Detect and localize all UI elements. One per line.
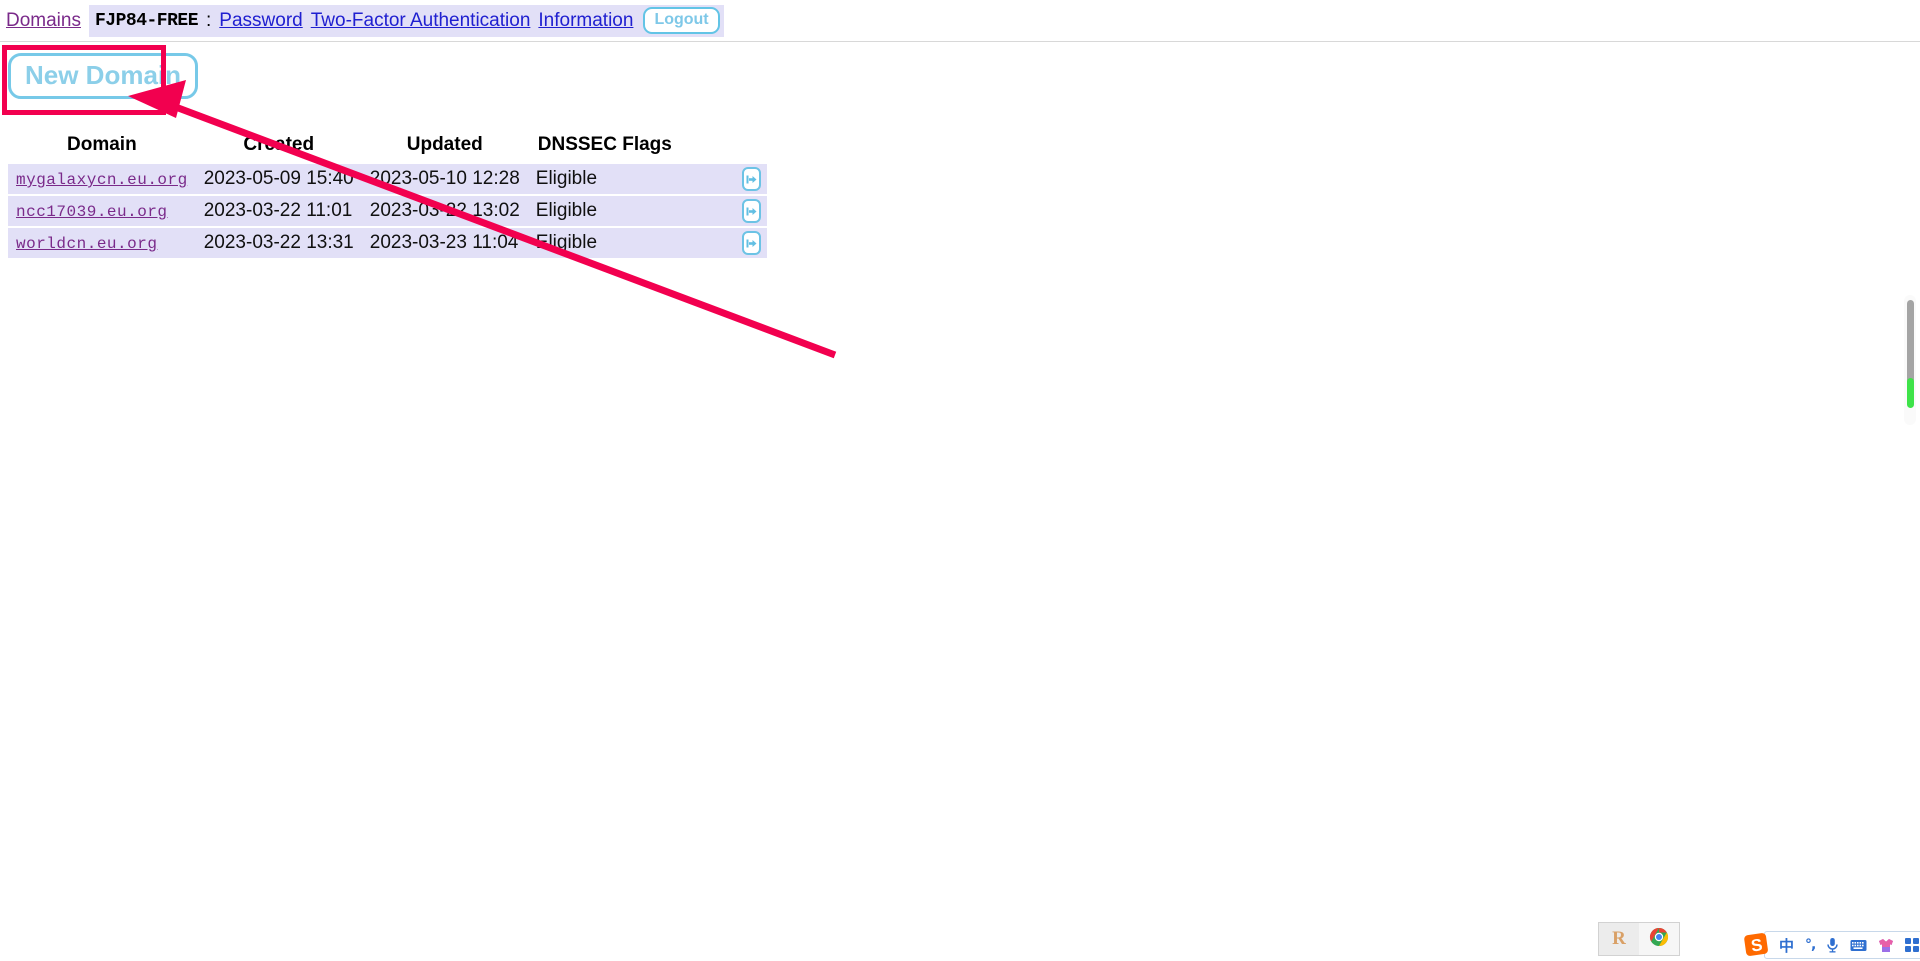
sogou-logo-icon[interactable]: S [1742,930,1772,960]
cell-created: 2023-05-09 15:40 [195,164,362,196]
apps-grid-icon[interactable] [1905,938,1920,952]
cell-domain: worldcn.eu.org [8,227,196,260]
domains-table: Domain Created Updated DNSSEC Flags myga… [8,132,767,260]
sogou-ime-toolbar: S 中 °, [1742,930,1920,960]
cell-dnssec-flags: Eligible [527,164,682,196]
new-domain-button[interactable]: New Domain [8,53,199,99]
page-root: Domains FJP84-FREE : Password Two-Factor… [0,0,1920,961]
cell-domain: ncc17039.eu.org [8,195,196,228]
cell-updated: 2023-03-22 13:02 [361,195,528,228]
ime-items-group: 中 °, [1764,931,1920,959]
cell-actions [735,195,767,228]
column-header-updated: Updated [406,134,483,155]
new-domain-button-wrapper: New Domain [8,53,199,99]
domain-link[interactable]: worldcn.eu.org [16,235,157,253]
enter-arrow-icon[interactable] [741,199,761,223]
nav-separator: : [206,9,212,31]
enter-arrow-icon[interactable] [741,167,761,191]
page-scrollbar[interactable] [1904,295,1916,425]
cell-actions [735,164,767,196]
r-icon: R [1612,928,1626,949]
account-nav-block: FJP84-FREE : Password Two-Factor Authent… [88,4,724,37]
column-header-dnssec-flags: DNSSEC Flags [537,134,672,155]
cell-domain: mygalaxycn.eu.org [8,164,196,196]
table-row: mygalaxycn.eu.org 2023-05-09 15:40 2023-… [8,164,767,196]
nav-link-domains[interactable]: Domains [6,10,81,32]
domain-link[interactable]: mygalaxycn.eu.org [16,171,188,189]
column-header-actions [736,132,767,164]
scrollbar-thumb[interactable] [1907,300,1914,385]
nav-link-password[interactable]: Password [219,10,302,32]
domain-link[interactable]: ncc17039.eu.org [16,203,168,221]
logout-button[interactable]: Logout [643,7,720,34]
top-navigation-bar: Domains FJP84-FREE : Password Two-Factor… [0,0,1920,42]
ime-punctuation-toggle[interactable]: °, [1805,937,1816,953]
system-tray-icons: R [1598,922,1680,956]
ime-language-toggle[interactable]: 中 [1779,935,1794,956]
tray-item-chrome[interactable] [1639,923,1679,955]
cell-actions [735,227,767,260]
scrollbar-find-marker [1907,378,1914,408]
cell-updated: 2023-05-10 12:28 [361,164,528,196]
cell-spacer [681,195,736,228]
table-header-row: Domain Created Updated DNSSEC Flags [8,132,767,164]
cell-dnssec-flags: Eligible [527,227,682,260]
cell-spacer [681,227,736,260]
table-row: ncc17039.eu.org 2023-03-22 11:01 2023-03… [8,195,767,228]
skin-shirt-icon[interactable] [1878,938,1894,953]
cell-created: 2023-03-22 11:01 [195,195,362,228]
column-header-created: Created [243,134,315,155]
cell-dnssec-flags: Eligible [527,195,682,228]
column-header-spacer [682,132,736,164]
microphone-icon[interactable] [1826,937,1839,953]
keyboard-icon[interactable] [1850,939,1867,952]
nav-link-information[interactable]: Information [538,10,633,32]
table-row: worldcn.eu.org 2023-03-22 13:31 2023-03-… [8,227,767,260]
cell-created: 2023-03-22 13:31 [195,227,362,260]
nav-link-two-factor-authentication[interactable]: Two-Factor Authentication [311,10,531,32]
account-id-label: FJP84-FREE [94,10,199,31]
enter-arrow-icon[interactable] [741,231,761,255]
cell-updated: 2023-03-23 11:04 [361,227,528,260]
chrome-icon [1649,927,1669,952]
tray-item-r[interactable]: R [1599,923,1639,955]
cell-spacer [681,164,736,196]
column-header-domain: Domain [67,134,137,155]
